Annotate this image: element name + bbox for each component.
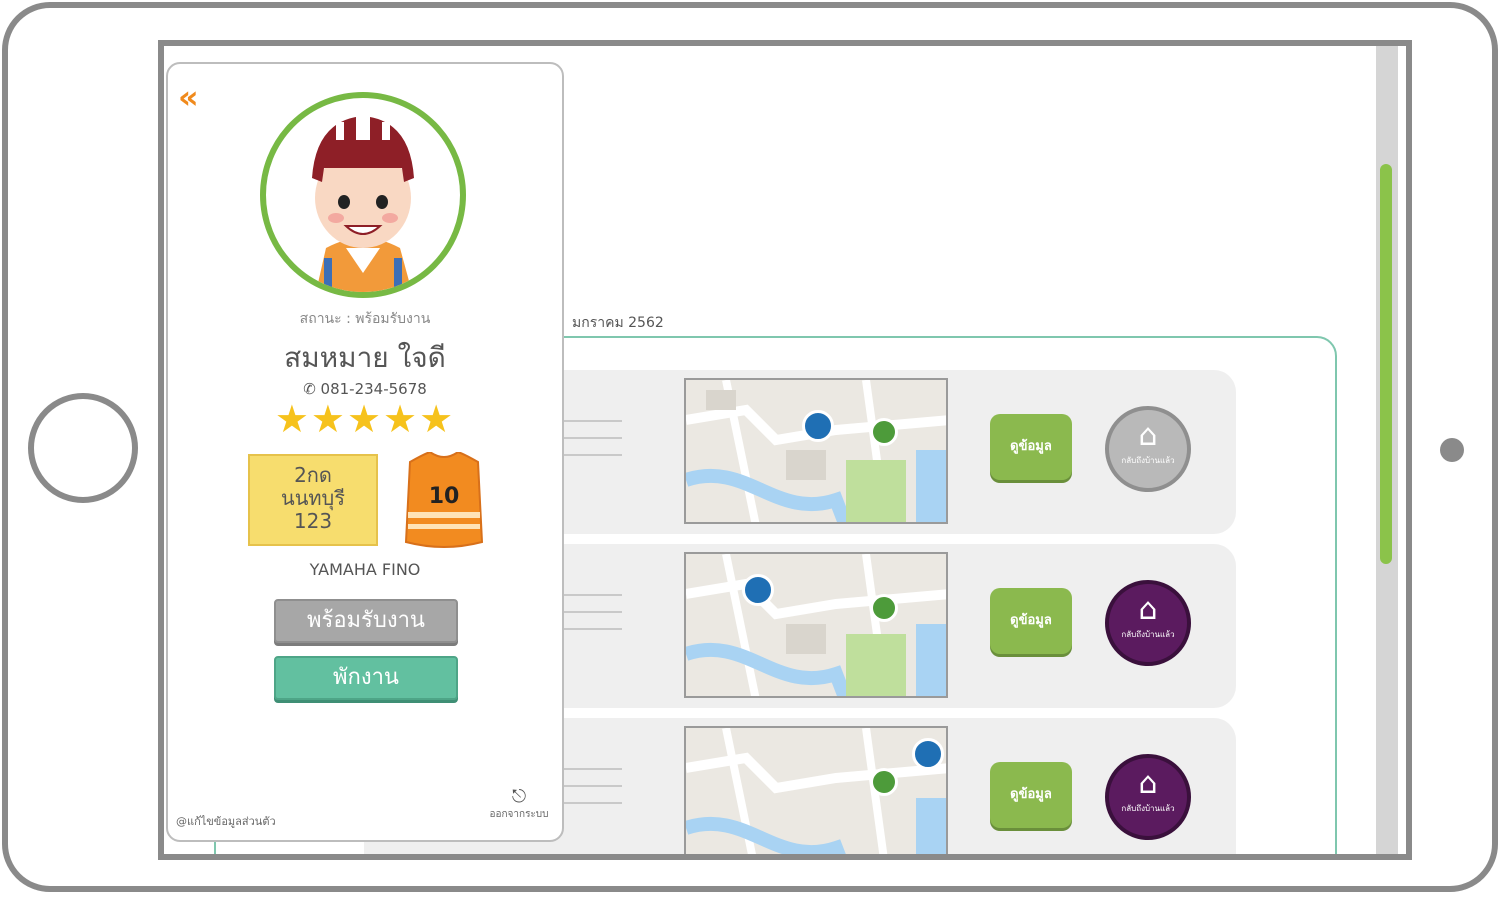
driver-status: สถานะ : พร้อมรับงาน xyxy=(299,311,431,327)
returned-home-button[interactable]: ⌂ กลับถึงบ้านแล้ว xyxy=(1105,406,1191,492)
license-plate: 2กด นนทบุรี 123 xyxy=(248,454,378,546)
map-graphic xyxy=(686,728,946,854)
map-thumbnail[interactable] xyxy=(684,726,948,854)
logout-label: ออกจากระบบ xyxy=(489,809,549,820)
driver-avatar xyxy=(260,92,466,298)
home-icon: ⌂ xyxy=(1138,766,1158,801)
driver-profile-panel: « สถานะ : พร้อมรับงาน สมหมาย ใจดี ✆ 081-… xyxy=(166,62,564,842)
view-info-button[interactable]: ดูข้อมูล xyxy=(990,414,1072,480)
logout-icon: ⎋ xyxy=(511,786,527,807)
plate-line-1: 2กด xyxy=(294,463,332,487)
job-details xyxy=(564,420,622,471)
home-icon: ⌂ xyxy=(1138,418,1158,453)
pickup-pin-icon xyxy=(802,410,834,442)
map-thumbnail[interactable] xyxy=(684,552,948,698)
home-icon: ⌂ xyxy=(1138,592,1158,627)
job-details xyxy=(564,594,622,645)
phone-number: 081-234-5678 xyxy=(320,380,427,398)
tablet-home-button xyxy=(28,393,138,503)
driver-rating-stars: ★★★★★ xyxy=(274,397,456,441)
driver-pin-icon xyxy=(870,418,898,446)
vest-number: 10 xyxy=(428,484,460,509)
pickup-pin-icon xyxy=(912,738,944,770)
phone-icon: ✆ xyxy=(303,380,316,398)
plate-line-3: 123 xyxy=(293,509,333,533)
date-label: มกราคม 2562 xyxy=(572,315,664,331)
tablet-camera xyxy=(1440,438,1464,462)
returned-home-button[interactable]: ⌂ กลับถึงบ้านแล้ว xyxy=(1105,754,1191,840)
pickup-pin-icon xyxy=(742,574,774,606)
job-details xyxy=(564,768,622,819)
scrollbar-thumb[interactable] xyxy=(1380,164,1392,564)
driver-pin-icon xyxy=(870,768,898,796)
driver-avatar-illustration xyxy=(312,116,414,292)
map-thumbnail[interactable] xyxy=(684,378,948,524)
rider-vest: 10 xyxy=(404,450,484,550)
driver-name: สมหมาย ใจดี xyxy=(284,341,446,374)
logout-button[interactable]: ⎋ ออกจากระบบ xyxy=(480,786,558,822)
map-graphic xyxy=(686,380,946,522)
edit-profile-link[interactable]: @แก้ไขข้อมูลส่วนตัว xyxy=(176,812,276,830)
returned-home-button[interactable]: ⌂ กลับถึงบ้านแล้ว xyxy=(1105,580,1191,666)
driver-pin-icon xyxy=(870,594,898,622)
driver-phone: ✆ 081-234-5678 xyxy=(168,380,562,398)
take-break-button[interactable]: พักงาน xyxy=(274,656,458,700)
view-info-button[interactable]: ดูข้อมูล xyxy=(990,762,1072,828)
ready-for-work-button[interactable]: พร้อมรับงาน xyxy=(274,599,458,643)
map-graphic xyxy=(686,554,946,696)
collapse-panel-icon[interactable]: « xyxy=(178,78,198,116)
bike-model: YAMAHA FINO xyxy=(309,560,421,579)
plate-line-2: นนทบุรี xyxy=(281,486,345,510)
view-info-button[interactable]: ดูข้อมูล xyxy=(990,588,1072,654)
